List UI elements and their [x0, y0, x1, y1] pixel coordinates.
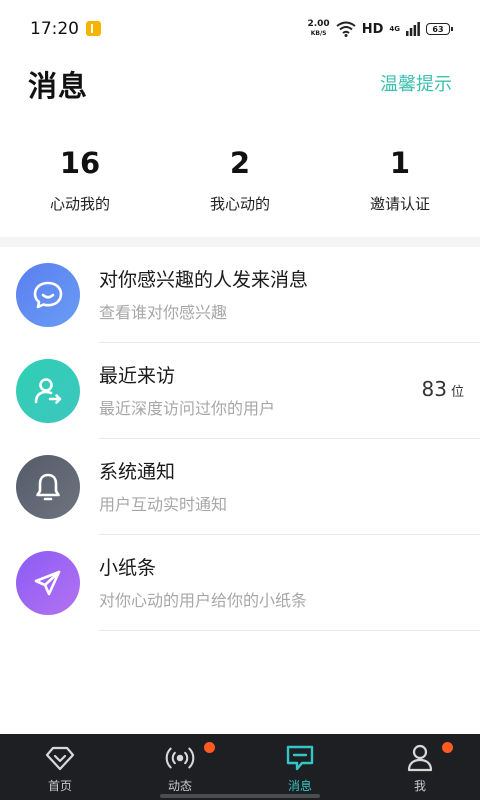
message-subtitle: 用户互动实时通知: [99, 495, 228, 514]
home-indicator[interactable]: [160, 794, 320, 798]
message-item-system-notice[interactable]: 系统通知 用户互动实时通知: [0, 439, 480, 535]
stats-row: 16 心动我的 2 我心动的 1 邀请认证: [0, 145, 480, 225]
notification-dot: [204, 742, 215, 753]
user-visit-icon: [16, 359, 80, 423]
stat-label: 我心动的: [209, 195, 270, 213]
message-item-recent-visits[interactable]: 最近来访 最近深度访问过你的用户 83 位: [0, 343, 480, 439]
stat-i-liked[interactable]: 2 我心动的: [160, 145, 320, 225]
stat-label: 心动我的: [49, 195, 110, 213]
chat-smile-icon: [16, 263, 80, 327]
nav-label: 消息: [287, 779, 312, 793]
status-indicators: 2.00 KB/S HD 4G 63: [307, 18, 453, 40]
wifi-icon: [336, 21, 356, 37]
visitor-count-value: 83: [421, 377, 447, 401]
profile-icon: [405, 743, 435, 773]
visitor-count-unit: 位: [450, 385, 464, 400]
section-divider: [0, 237, 480, 247]
status-time: 17:20: [30, 19, 79, 39]
nav-profile[interactable]: 我: [360, 734, 480, 800]
signal-icon: [406, 22, 420, 36]
battery-level: 63: [432, 24, 444, 34]
page-title: 消息: [28, 69, 89, 103]
message-title: 小纸条: [99, 557, 157, 579]
network-type-label: 4G: [389, 24, 400, 33]
message-title: 最近来访: [99, 365, 176, 387]
message-subtitle: 最近深度访问过你的用户: [99, 399, 276, 418]
network-speed-unit: KB/S: [310, 30, 327, 37]
tips-link[interactable]: 温馨提示: [380, 70, 452, 96]
nav-messages[interactable]: 消息: [240, 734, 360, 800]
stat-liked-me[interactable]: 16 心动我的: [0, 145, 160, 225]
stat-value: 16: [59, 146, 101, 180]
stat-value: 1: [389, 146, 411, 180]
stat-invite-verify[interactable]: 1 邀请认证: [320, 145, 480, 225]
message-title: 对你感兴趣的人发来消息: [99, 269, 309, 291]
nav-home[interactable]: 首页: [0, 734, 120, 800]
network-speed-value: 2.00: [307, 19, 330, 29]
message-item-interested[interactable]: 对你感兴趣的人发来消息 查看谁对你感兴趣: [0, 247, 480, 343]
nav-feed[interactable]: 动态: [120, 734, 240, 800]
hd-label: HD: [361, 21, 384, 37]
message-icon: [285, 743, 315, 773]
message-subtitle: 查看谁对你感兴趣: [99, 303, 228, 322]
list-divider: [99, 630, 480, 631]
bell-icon: [16, 455, 80, 519]
message-title: 系统通知: [99, 461, 176, 483]
nav-label: 首页: [47, 779, 72, 793]
bottom-nav: 首页 动态 消息 我: [0, 734, 480, 800]
message-item-notes[interactable]: 小纸条 对你心动的用户给你的小纸条: [0, 535, 480, 631]
app-notification-icon: [86, 21, 101, 36]
broadcast-icon: [165, 743, 195, 773]
diamond-icon: [45, 743, 75, 773]
stat-value: 2: [229, 146, 251, 180]
paper-plane-icon: [16, 551, 80, 615]
battery-icon: 63: [426, 23, 453, 35]
stat-label: 邀请认证: [369, 195, 430, 213]
nav-label: 动态: [167, 779, 192, 793]
visitor-count: 83 位: [422, 377, 464, 401]
message-subtitle: 对你心动的用户给你的小纸条: [99, 591, 308, 610]
network-speed: 2.00 KB/S: [307, 20, 329, 38]
notification-dot: [442, 742, 453, 753]
nav-label: 我: [413, 779, 426, 793]
status-bar: 17:20 2.00 KB/S HD 4G 63: [0, 0, 480, 56]
message-list: 对你感兴趣的人发来消息 查看谁对你感兴趣 最近来访 最近深度访问过你的用户 83…: [0, 247, 480, 631]
